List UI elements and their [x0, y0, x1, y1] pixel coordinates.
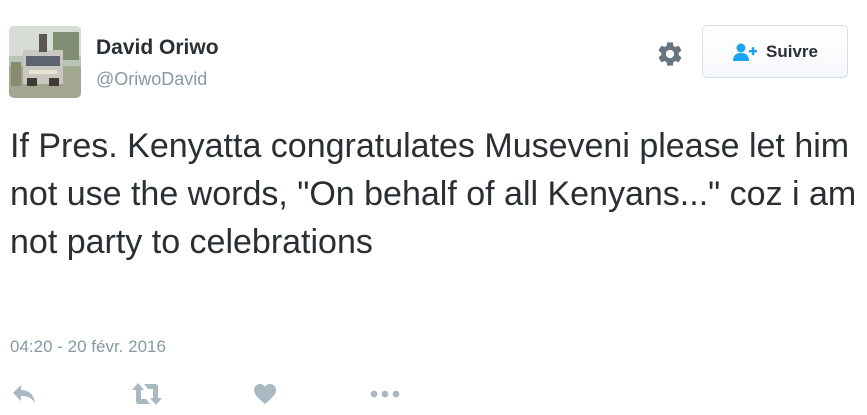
retweet-icon [132, 383, 162, 405]
follow-button[interactable]: Suivre [702, 25, 848, 78]
retweet-button[interactable] [130, 381, 164, 407]
avatar[interactable] [9, 26, 81, 98]
display-name[interactable]: David Oriwo [96, 36, 219, 60]
add-user-icon [732, 42, 758, 62]
more-dots-icon [370, 390, 400, 398]
follow-button-label: Suivre [766, 41, 818, 61]
screen-name[interactable]: @OriwoDavid [96, 69, 207, 90]
tweet-timestamp[interactable]: 04:20 - 20 févr. 2016 [10, 337, 166, 357]
gear-icon[interactable] [656, 40, 684, 68]
avatar-image [9, 26, 81, 98]
reply-button[interactable] [11, 381, 37, 407]
tweet-text: If Pres. Kenyatta congratulates Museveni… [10, 127, 857, 261]
heart-icon [254, 384, 276, 404]
like-button[interactable] [253, 381, 277, 407]
reply-icon [13, 385, 35, 403]
more-button[interactable] [369, 381, 401, 407]
